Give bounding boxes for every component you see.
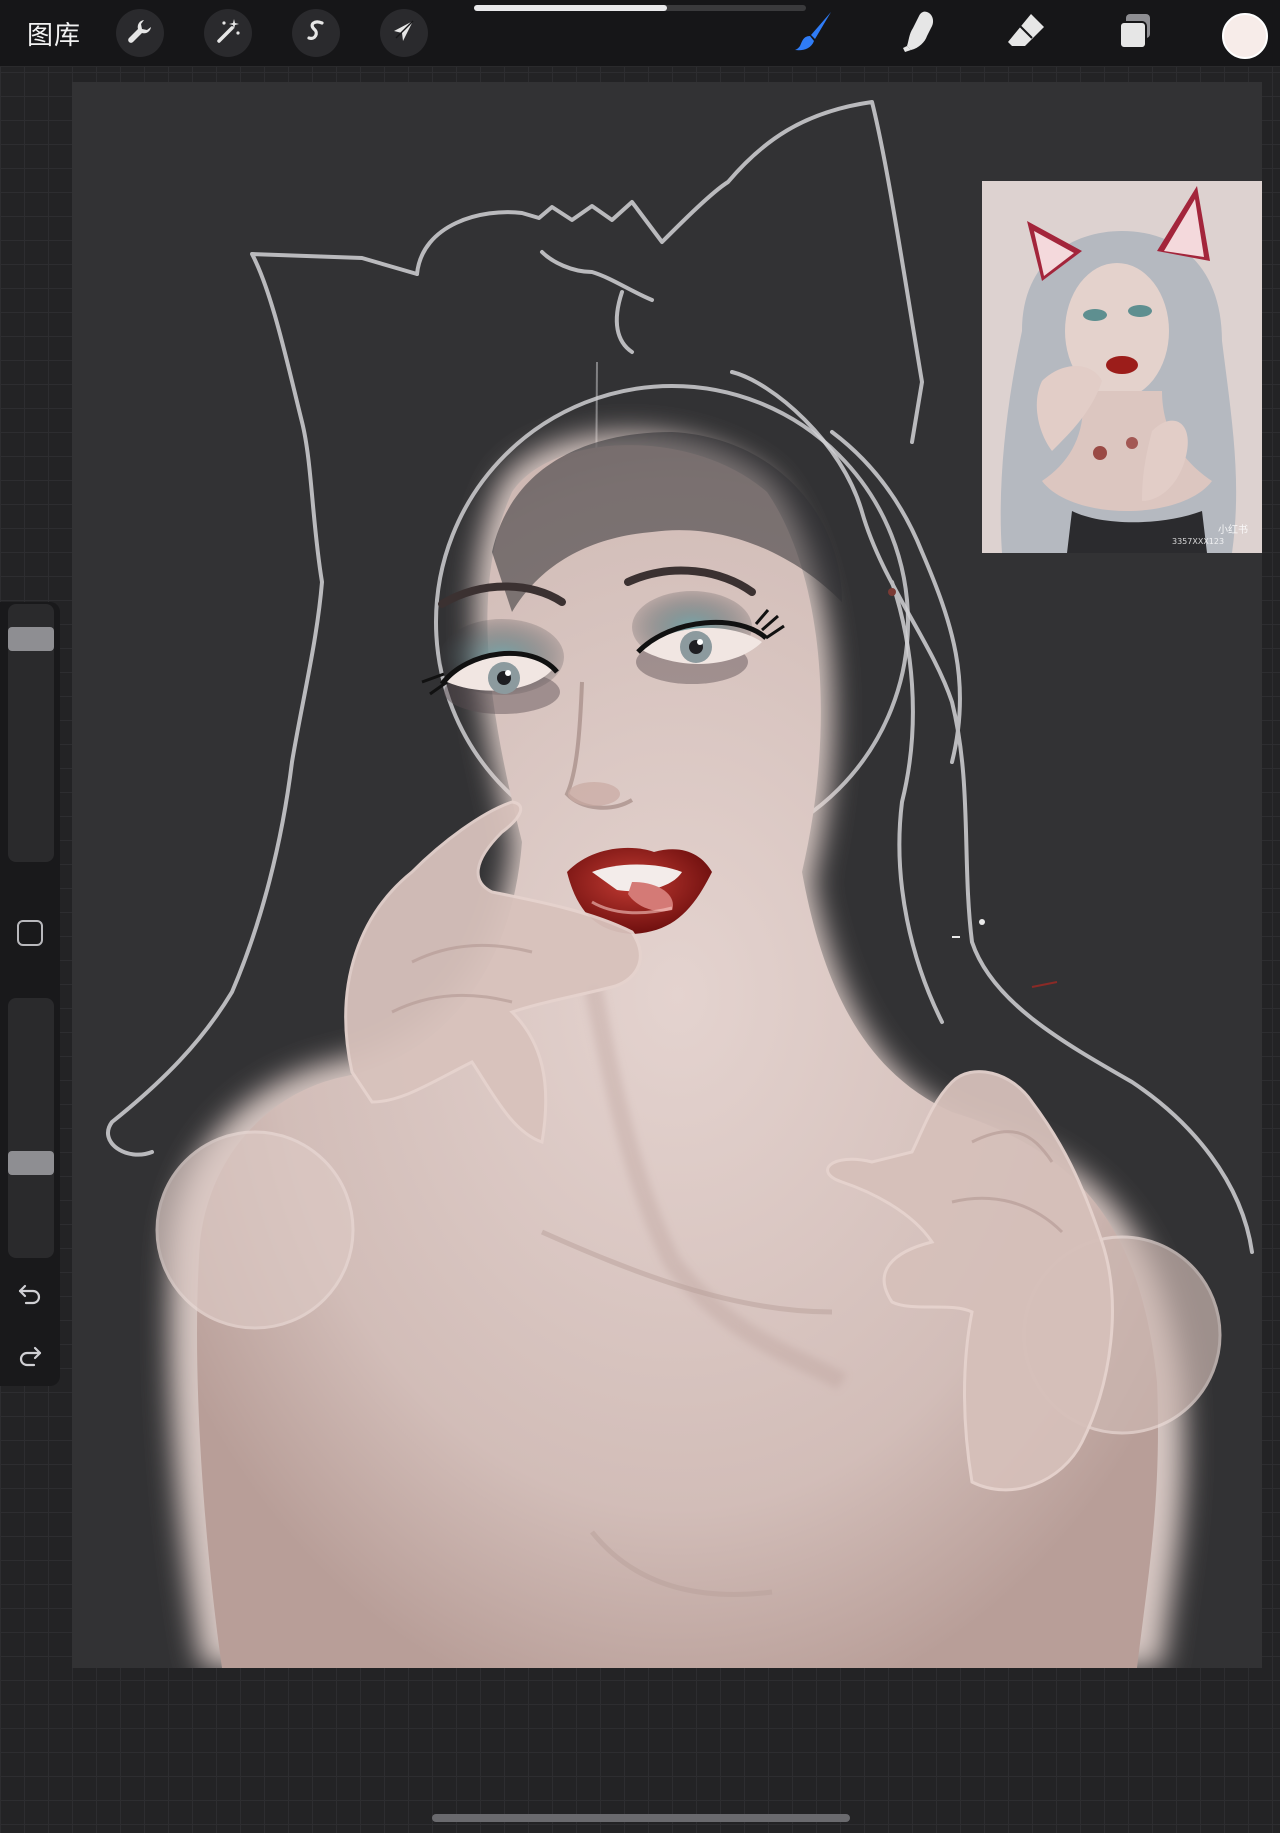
procreate-app: 图库 小红书 3357XXX123: [0, 0, 1280, 1833]
gallery-button[interactable]: 图库: [27, 15, 81, 52]
reference-image[interactable]: 小红书 3357XXX123: [982, 181, 1262, 553]
selection-button[interactable]: [292, 9, 340, 57]
reference-id-text: 3357XXX123: [1172, 537, 1225, 546]
reference-watermark: 小红书: [1218, 525, 1248, 536]
actions-button[interactable]: [116, 9, 164, 57]
modify-button[interactable]: [17, 920, 43, 946]
opacity-slider[interactable]: [8, 998, 54, 1258]
undo-arrow-icon: [16, 1279, 44, 1312]
home-indicator[interactable]: [432, 1814, 850, 1822]
brush-size-slider[interactable]: [8, 604, 54, 862]
undo-button[interactable]: [15, 1280, 45, 1310]
redo-button[interactable]: [15, 1342, 45, 1372]
brush-button[interactable]: [790, 9, 838, 57]
brush-size-thumb[interactable]: [8, 627, 54, 652]
reference-photo: [982, 181, 1262, 553]
wrench-icon: [125, 16, 155, 51]
layers-button[interactable]: [1111, 9, 1159, 57]
smudge-button[interactable]: [896, 9, 944, 57]
arrow-cursor-icon: [389, 16, 419, 51]
eraser-icon: [1003, 8, 1049, 59]
opacity-thumb[interactable]: [8, 1151, 54, 1176]
progress-fill: [474, 5, 667, 11]
brush-icon: [791, 8, 837, 59]
layers-icon: [1112, 8, 1158, 59]
progress-bar: [474, 5, 806, 11]
color-picker-swatch[interactable]: [1222, 13, 1268, 59]
magic-wand-icon: [213, 16, 243, 51]
top-toolbar: 图库: [0, 0, 1280, 67]
selection-s-icon: [301, 16, 331, 51]
redo-arrow-icon: [16, 1341, 44, 1374]
smudge-finger-icon: [897, 8, 943, 59]
transform-button[interactable]: [380, 9, 428, 57]
left-sidebar: [0, 602, 60, 1386]
adjustments-button[interactable]: [204, 9, 252, 57]
eraser-button[interactable]: [1002, 9, 1050, 57]
